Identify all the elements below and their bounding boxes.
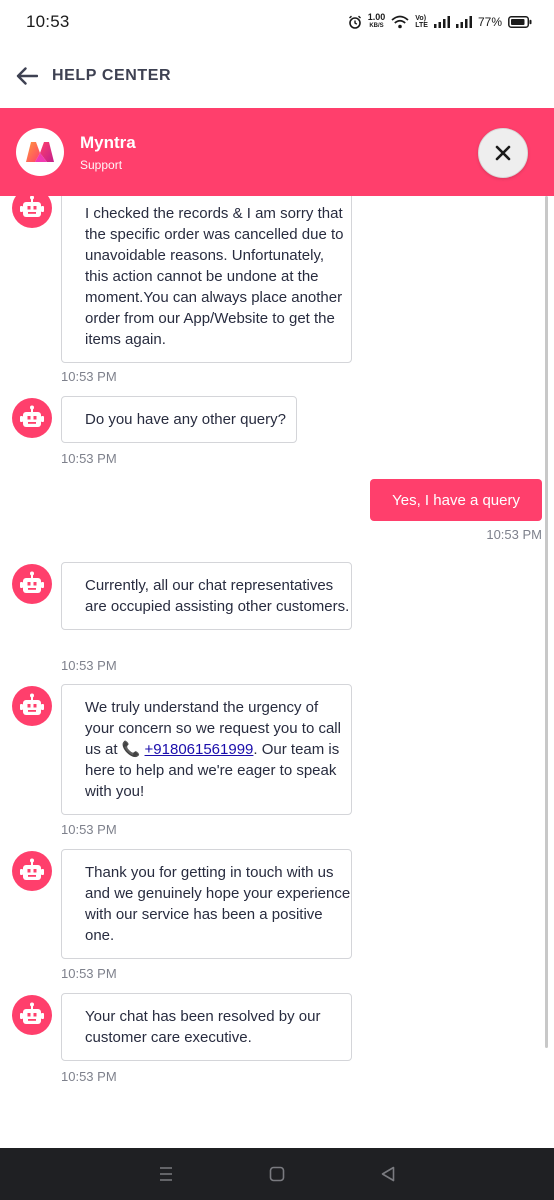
brand-info: Myntra Support <box>80 133 136 172</box>
volte-indicator: Vo) LTE <box>415 15 428 29</box>
alarm-icon <box>348 15 361 29</box>
status-bar: 10:53 1.00 KB/S Vo) LTE 77% <box>0 0 554 44</box>
message-timestamp: 10:53 PM <box>61 822 117 837</box>
robot-icon <box>20 571 44 593</box>
message-timestamp: 10:53 PM <box>61 658 117 673</box>
bot-message-bubble: We truly understand the urgency of your … <box>61 684 352 815</box>
bot-message-bubble: Currently, all our chat representatives … <box>61 562 352 630</box>
message-timestamp: 10:53 PM <box>61 966 117 981</box>
back-nav-button[interactable] <box>373 1159 403 1189</box>
bot-message-bubble: Your chat has been resolved by our custo… <box>61 993 352 1061</box>
bot-message-bubble: I checked the records & I am sorry that … <box>61 196 352 363</box>
signal-icon <box>433 16 450 28</box>
bot-avatar <box>12 851 52 891</box>
net-speed: 1.00 KB/S <box>367 12 386 30</box>
bot-avatar <box>12 196 52 228</box>
signal-icon-2 <box>455 16 472 28</box>
message-timestamp: 10:53 PM <box>61 1069 117 1084</box>
bot-message-bubble: Do you have any other query? <box>61 396 297 443</box>
status-time: 10:53 <box>26 12 70 31</box>
message-timestamp: 10:53 PM <box>61 451 117 466</box>
triangle-back-icon <box>382 1166 395 1182</box>
brand-name: Myntra <box>80 132 136 152</box>
system-nav-bar <box>0 1148 554 1200</box>
app-header: HELP CENTER <box>0 48 554 104</box>
message-timestamp: 10:53 PM <box>61 369 117 384</box>
status-icons: 1.00 KB/S Vo) LTE 77% <box>348 13 532 31</box>
bot-avatar <box>12 686 52 726</box>
user-message-bubble: Yes, I have a query <box>370 479 542 521</box>
arrow-left-icon <box>16 67 38 85</box>
bot-avatar <box>12 564 52 604</box>
chat-header: Myntra Support <box>0 108 554 196</box>
message-timestamp: 10:53 PM <box>486 527 542 542</box>
robot-icon <box>20 1002 44 1024</box>
brand-logo <box>16 128 64 176</box>
phone-link[interactable]: +918061561999 <box>145 741 254 758</box>
home-button[interactable] <box>262 1159 292 1189</box>
robot-icon <box>20 196 44 217</box>
close-chat-button[interactable] <box>478 128 528 178</box>
menu-icon <box>159 1167 172 1181</box>
robot-icon <box>20 693 44 715</box>
home-square-icon <box>269 1166 285 1182</box>
battery-icon <box>508 16 532 28</box>
robot-icon <box>20 858 44 880</box>
page-title: HELP CENTER <box>52 67 172 84</box>
close-icon <box>495 145 511 161</box>
bot-message-bubble: Thank you for getting in touch with us a… <box>61 849 352 959</box>
brand-subtitle: Support <box>80 157 123 172</box>
wifi-icon <box>391 15 409 29</box>
bot-avatar <box>12 398 52 438</box>
battery-percent: 77% <box>477 15 502 29</box>
robot-icon <box>20 405 44 427</box>
bot-avatar <box>12 995 52 1035</box>
chat-scrollbar[interactable] <box>545 196 548 1048</box>
chat-messages[interactable]: I checked the records & I am sorry that … <box>0 196 554 1148</box>
back-button[interactable] <box>14 63 40 89</box>
myntra-logo-icon <box>26 142 54 162</box>
recent-apps-button[interactable] <box>151 1159 181 1189</box>
